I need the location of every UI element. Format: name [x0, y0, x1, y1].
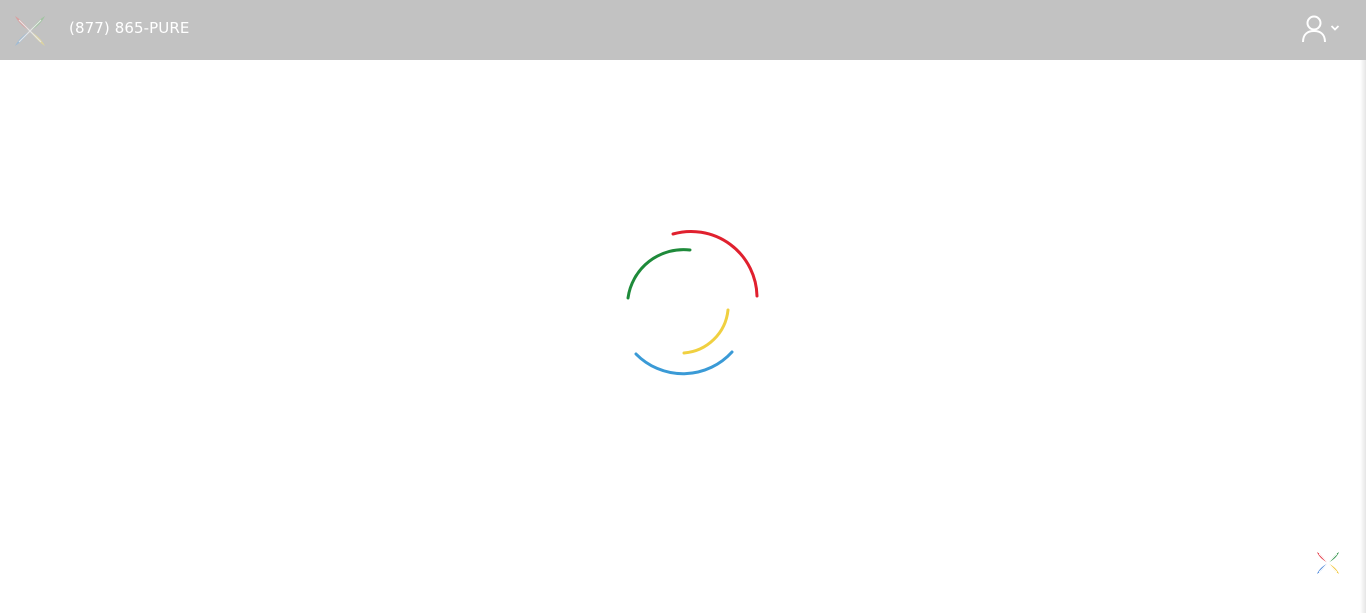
spinner-arc-blue [634, 350, 734, 376]
user-account-menu[interactable] [1300, 14, 1344, 46]
loading-spinner [620, 226, 764, 380]
spinner-arc-red [671, 230, 759, 298]
top-header-bar: (877) 865-PURE [0, 0, 1366, 60]
scrollbar-edge [1360, 60, 1366, 613]
spinner-arc-yellow [682, 308, 730, 355]
brand-x-logo-icon[interactable] [1315, 550, 1341, 576]
brand-x-logo-icon[interactable] [13, 14, 47, 48]
loading-spinner-icon [626, 230, 759, 376]
chevron-down-icon[interactable] [1330, 24, 1340, 32]
spinner-arc-green [626, 248, 692, 300]
user-icon[interactable] [1300, 14, 1328, 44]
support-phone-number[interactable]: (877) 865-PURE [69, 18, 189, 38]
app-page: (877) 865-PURE [0, 0, 1366, 613]
